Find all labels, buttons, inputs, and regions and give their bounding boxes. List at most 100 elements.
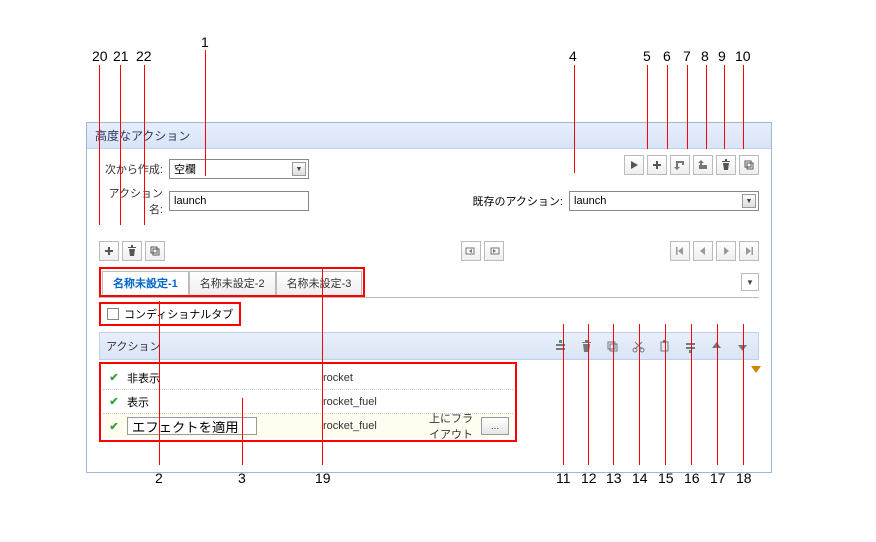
play-icon: [628, 159, 640, 171]
callout-9: 9: [718, 48, 726, 64]
callout-22: 22: [136, 48, 152, 64]
existing-action-combo[interactable]: launch ▼: [569, 191, 759, 211]
paste-icon: [658, 340, 671, 353]
next-button[interactable]: [716, 241, 736, 261]
cut-row-button[interactable]: [628, 336, 648, 356]
plus-icon: [103, 245, 115, 257]
duplicate-tab-button[interactable]: [145, 241, 165, 261]
paste-row-button[interactable]: [654, 336, 674, 356]
tab-1[interactable]: 名称未設定-1: [102, 271, 189, 295]
callout-11: 11: [556, 470, 571, 486]
callout-3: 3: [238, 470, 246, 486]
plus-icon: [651, 159, 663, 171]
callout-5: 5: [643, 48, 651, 64]
copy-icon: [606, 340, 619, 353]
create-from-label: 次から作成:: [99, 161, 169, 177]
move-up-button[interactable]: [706, 336, 726, 356]
prev-icon: [697, 245, 709, 257]
chevron-down-icon: ▼: [742, 194, 756, 208]
advanced-action-dialog: 高度なアクション 次から作成:: [86, 122, 772, 473]
action-name-label: アクション名:: [99, 185, 169, 217]
action-target: rocket_fuel: [323, 396, 423, 408]
append-row-icon: [684, 340, 697, 353]
callout-18: 18: [736, 470, 752, 486]
last-icon: [743, 245, 755, 257]
conditional-tab-highlight: コンディショナルタブ: [99, 302, 241, 326]
trash-icon: [126, 245, 138, 257]
action-param: 上にフライアウト: [429, 410, 475, 442]
callout-12: 12: [581, 470, 597, 486]
add-button[interactable]: [647, 155, 667, 175]
conditional-tab-checkbox[interactable]: [107, 308, 119, 320]
arrow-down-icon: [736, 340, 749, 353]
drag-marker-icon: [751, 366, 761, 373]
move-tab-right-button[interactable]: [484, 241, 504, 261]
first-button[interactable]: [670, 241, 690, 261]
existing-action-value: launch: [574, 195, 606, 207]
actions-subheader-label: アクション: [106, 338, 160, 354]
tab-overflow-button[interactable]: ▼: [741, 273, 759, 291]
add-tab-button[interactable]: [99, 241, 119, 261]
export-icon: [697, 159, 709, 171]
insert-row-button[interactable]: [550, 336, 570, 356]
conditional-tab-label: コンディショナルタブ: [124, 306, 233, 322]
action-name: 非表示: [127, 373, 160, 385]
delete-row-button[interactable]: [576, 336, 596, 356]
tab-2[interactable]: 名称未設定-2: [189, 271, 276, 295]
move-tab-left-button[interactable]: [461, 241, 481, 261]
action-target: rocket: [323, 372, 423, 384]
trash-icon: [720, 159, 732, 171]
callout-14: 14: [632, 470, 648, 486]
move-down-button[interactable]: [732, 336, 752, 356]
copy-icon: [743, 159, 755, 171]
callout-17: 17: [710, 470, 726, 486]
drawer-right-icon: [488, 245, 500, 257]
first-icon: [674, 245, 686, 257]
check-icon: ✔: [107, 420, 121, 433]
callout-4: 4: [569, 48, 577, 64]
tab-3[interactable]: 名称未設定-3: [276, 271, 363, 295]
create-from-combo[interactable]: 空欄 ▼: [169, 159, 309, 179]
callout-6: 6: [663, 48, 671, 64]
actions-highlight: ✔ 非表示 rocket ✔ 表示 rocket_fuel ✔ rocket_f…: [99, 362, 517, 442]
action-name-input[interactable]: [127, 417, 257, 435]
action-name: 表示: [127, 397, 149, 409]
insert-row-icon: [554, 340, 567, 353]
last-button[interactable]: [739, 241, 759, 261]
copy-icon: [149, 245, 161, 257]
dialog-title: 高度なアクション: [87, 123, 771, 149]
copy-row-button[interactable]: [602, 336, 622, 356]
chevron-down-icon: ▼: [292, 162, 306, 176]
existing-action-label: 既存のアクション:: [472, 193, 569, 209]
tabs-highlight: 名称未設定-1 名称未設定-2 名称未設定-3: [99, 267, 365, 297]
prev-button[interactable]: [693, 241, 713, 261]
callout-21: 21: [113, 48, 129, 64]
delete-tab-button[interactable]: [122, 241, 142, 261]
scissors-icon: [632, 340, 645, 353]
import-button[interactable]: [670, 155, 690, 175]
callout-15: 15: [658, 470, 674, 486]
delete-action-button[interactable]: [716, 155, 736, 175]
drawer-left-icon: [465, 245, 477, 257]
create-from-value: 空欄: [174, 161, 196, 177]
next-icon: [720, 245, 732, 257]
import-icon: [674, 159, 686, 171]
callout-10: 10: [735, 48, 751, 64]
duplicate-action-button[interactable]: [739, 155, 759, 175]
callout-16: 16: [684, 470, 700, 486]
action-row[interactable]: ✔ 非表示 rocket: [103, 366, 513, 390]
action-row[interactable]: ✔ rocket_fuel 上にフライアウト ...: [103, 414, 513, 438]
callout-8: 8: [701, 48, 709, 64]
callout-19: 19: [315, 470, 331, 486]
check-icon: ✔: [107, 371, 121, 384]
append-row-button[interactable]: [680, 336, 700, 356]
actions-subheader: アクション: [99, 332, 759, 360]
trash-icon: [580, 340, 593, 353]
export-button[interactable]: [693, 155, 713, 175]
action-target: rocket_fuel: [323, 420, 423, 432]
callout-1: 1: [201, 34, 209, 50]
action-name-input[interactable]: [169, 191, 309, 211]
play-button[interactable]: [624, 155, 644, 175]
check-icon: ✔: [107, 395, 121, 408]
ellipsis-button[interactable]: ...: [481, 417, 509, 435]
